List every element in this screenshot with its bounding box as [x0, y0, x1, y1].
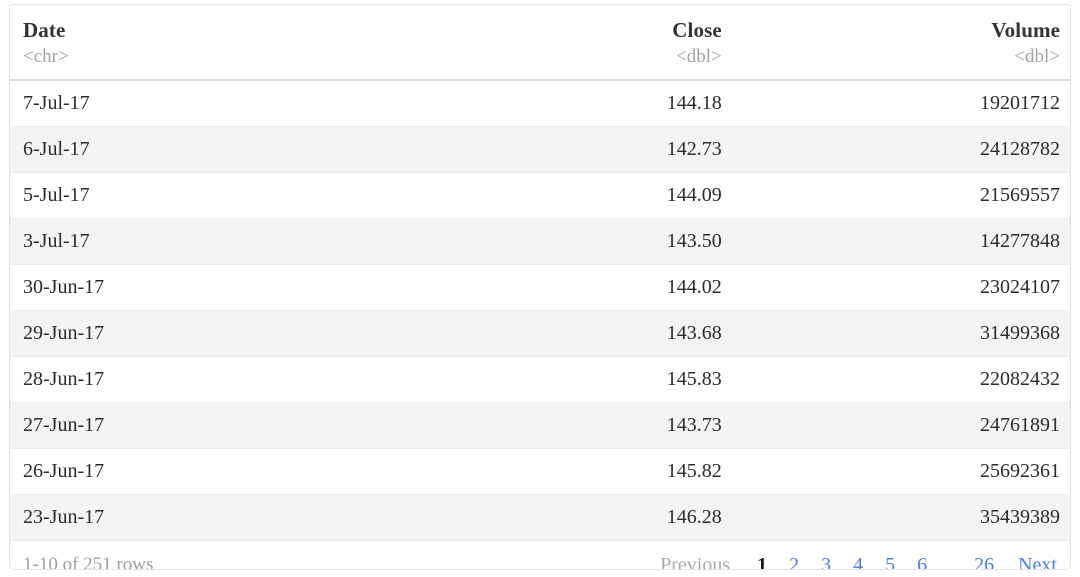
column-header-volume-label: Volume: [991, 18, 1060, 42]
table-row: 28-Jun-17 145.83 22082432: [10, 356, 1070, 403]
pagination-page-last[interactable]: 26: [963, 553, 1005, 569]
cell-date: 30-Jun-17: [10, 264, 498, 311]
cell-close: 145.82: [497, 448, 784, 495]
pagination-page-4[interactable]: 4: [842, 553, 874, 569]
cell-close: 143.68: [497, 310, 784, 357]
pagination-page-5[interactable]: 5: [874, 553, 906, 569]
pagination-page-3[interactable]: 3: [810, 553, 842, 569]
cell-close: 144.09: [497, 172, 784, 219]
table-row: 23-Jun-17 146.28 35439389: [10, 494, 1070, 541]
cell-date: 6-Jul-17: [10, 126, 498, 173]
cell-volume: 31499368: [783, 310, 1070, 357]
cell-close: 142.73: [497, 126, 784, 173]
cell-date: 26-Jun-17: [10, 448, 498, 495]
data-table: Date <chr> Close <dbl> Volume <dbl> 7-Ju…: [10, 5, 1070, 541]
cell-close: 145.83: [497, 356, 784, 403]
cell-date: 5-Jul-17: [10, 172, 498, 219]
cell-close: 143.50: [497, 218, 784, 265]
column-header-close[interactable]: Close <dbl>: [497, 5, 784, 81]
column-header-volume[interactable]: Volume <dbl>: [783, 5, 1070, 81]
table-row: 3-Jul-17 143.50 14277848: [10, 218, 1070, 265]
table-header: Date <chr> Close <dbl> Volume <dbl>: [10, 5, 1070, 81]
rows-info-label: 1-10 of 251 rows: [23, 553, 154, 570]
cell-close: 146.28: [497, 494, 784, 541]
pagination-page-1[interactable]: 1: [746, 553, 778, 569]
cell-volume: 21569557: [783, 172, 1070, 219]
cell-date: 29-Jun-17: [10, 310, 498, 357]
cell-date: 23-Jun-17: [10, 494, 498, 541]
cell-volume: 22082432: [783, 356, 1070, 403]
table-row: 7-Jul-17 144.18 19201712: [10, 79, 1070, 127]
cell-volume: 35439389: [783, 494, 1070, 541]
table-row: 29-Jun-17 143.68 31499368: [10, 310, 1070, 357]
column-header-volume-type: <dbl>: [1014, 46, 1060, 68]
table-row: 6-Jul-17 142.73 24128782: [10, 126, 1070, 173]
table-row: 5-Jul-17 144.09 21569557: [10, 172, 1070, 219]
column-header-close-label: Close: [672, 18, 722, 42]
cell-date: 28-Jun-17: [10, 356, 498, 403]
cell-close: 143.73: [497, 402, 784, 449]
table-row: 30-Jun-17 144.02 23024107: [10, 264, 1070, 311]
pagination-ellipsis: …: [943, 558, 959, 570]
cell-volume: 19201712: [783, 79, 1070, 127]
cell-volume: 24128782: [783, 126, 1070, 173]
column-header-close-type: <dbl>: [676, 46, 722, 68]
table-body: 7-Jul-17 144.18 19201712 6-Jul-17 142.73 2412…: [10, 79, 1070, 541]
cell-volume: 25692361: [783, 448, 1070, 495]
pagination-page-2[interactable]: 2: [778, 553, 810, 569]
column-header-date-type: <chr>: [23, 46, 69, 68]
cell-date: 3-Jul-17: [10, 218, 498, 265]
pagination-next-button[interactable]: Next: [1005, 553, 1059, 569]
table-row: 27-Jun-17 143.73 24761891: [10, 402, 1070, 449]
pagination-page-6[interactable]: 6: [906, 553, 938, 569]
table-footer: 1-10 of 251 rows Previous 1 2 3 4 5 6 … …: [10, 540, 1070, 570]
cell-volume: 14277848: [783, 218, 1070, 265]
cell-volume: 23024107: [783, 264, 1070, 311]
data-table-card: Date <chr> Close <dbl> Volume <dbl> 7-Ju…: [9, 4, 1071, 570]
pagination-previous-button[interactable]: Previous: [649, 553, 746, 569]
column-header-date-label: Date: [23, 18, 66, 42]
table-header-row: Date <chr> Close <dbl> Volume <dbl>: [10, 5, 1070, 81]
cell-close: 144.18: [497, 79, 784, 127]
cell-date: 27-Jun-17: [10, 402, 498, 449]
cell-volume: 24761891: [783, 402, 1070, 449]
cell-date: 7-Jul-17: [10, 79, 498, 127]
cell-close: 144.02: [497, 264, 784, 311]
table-row: 26-Jun-17 145.82 25692361: [10, 448, 1070, 495]
pagination: Previous 1 2 3 4 5 6 … 26 Next: [649, 553, 1059, 570]
column-header-date[interactable]: Date <chr>: [10, 5, 498, 81]
